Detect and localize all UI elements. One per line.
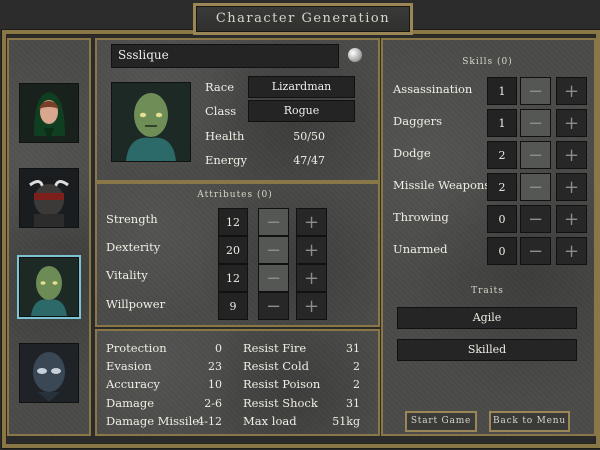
stat-value: 2-6 [204,397,222,410]
stat-value: 2 [353,360,360,373]
minus-button[interactable]: − [258,264,289,292]
stat-label: Protection [106,341,167,355]
portrait-image [112,83,190,161]
minus-button[interactable]: − [520,205,551,233]
health-value: 50/50 [293,130,325,143]
skill-value: 2 [487,173,517,201]
minus-button[interactable]: − [520,77,551,105]
stat-value: 23 [208,360,222,373]
attribute-label: Willpower [106,297,166,311]
stat-label: Damage [106,396,155,410]
skill-label: Throwing [393,210,449,224]
plus-button[interactable]: + [556,173,587,201]
portrait-image [20,258,78,316]
stat-label: Resist Fire [243,341,307,355]
stat-value: 51kg [332,415,360,428]
skill-label: Missile Weapons [393,178,491,192]
skill-label: Dodge [393,146,431,160]
minus-button[interactable]: − [520,173,551,201]
traits-header: Traits [471,286,504,296]
plus-button[interactable]: + [296,236,327,264]
portrait-minotaur[interactable] [19,168,79,228]
minus-button[interactable]: − [520,109,551,137]
attribute-value: 12 [218,208,248,236]
attribute-value: 20 [218,236,248,264]
start-game-button[interactable]: Start Game [405,411,477,432]
skill-label: Unarmed [393,242,448,256]
minus-button[interactable]: − [258,292,289,320]
stat-label: Evasion [106,359,152,373]
stat-value: 0 [215,342,222,355]
attribute-value: 12 [218,264,248,292]
class-value-box[interactable]: Rogue [248,100,355,122]
skill-value: 1 [487,77,517,105]
plus-button[interactable]: + [296,208,327,236]
trait-agile[interactable]: Agile [397,307,577,329]
plus-button[interactable]: + [556,205,587,233]
trait-skilled[interactable]: Skilled [397,339,577,361]
attribute-value: 9 [218,292,248,320]
skill-label: Daggers [393,114,443,128]
attributes-header: Attributes (0) [197,190,273,200]
stat-value: 2 [353,378,360,391]
stat-label: Damage Missile [106,414,200,428]
class-label: Class [205,104,237,118]
stat-value: 10 [208,378,222,391]
plus-button[interactable]: + [296,264,327,292]
minus-button[interactable]: − [258,236,289,264]
minus-button[interactable]: − [258,208,289,236]
stat-value: 31 [346,397,360,410]
energy-value: 47/47 [293,154,325,167]
name-field[interactable]: Ssslique [111,44,339,68]
stat-label: Resist Shock [243,396,318,410]
character-portrait-large [111,82,191,162]
plus-button[interactable]: + [556,141,587,169]
plus-button[interactable]: + [556,109,587,137]
attribute-label: Vitality [106,268,148,282]
race-label: Race [205,80,235,94]
plus-button[interactable]: + [556,237,587,265]
globe-icon[interactable] [348,48,362,62]
attribute-label: Strength [106,212,158,226]
skill-value: 0 [487,237,517,265]
health-label: Health [205,129,245,143]
plus-button[interactable]: + [556,77,587,105]
stat-label: Resist Cold [243,359,309,373]
energy-label: Energy [205,153,247,167]
window-title: Character Generation [193,3,413,35]
portrait-image [20,84,78,142]
portrait-image [20,169,78,227]
race-value-box[interactable]: Lizardman [248,76,355,98]
portrait-insectoid[interactable] [19,343,79,403]
stat-value: 4-12 [197,415,222,428]
stat-value: 31 [346,342,360,355]
stat-label: Resist Poison [243,377,321,391]
skill-value: 2 [487,141,517,169]
minus-button[interactable]: − [520,237,551,265]
skills-header: Skills (0) [462,57,513,67]
back-to-menu-button[interactable]: Back to Menu [489,411,570,432]
attribute-label: Dexterity [106,240,161,254]
character-name: Ssslique [118,48,169,62]
stat-label: Accuracy [106,377,160,391]
skill-label: Assassination [393,82,473,96]
minus-button[interactable]: − [520,141,551,169]
skill-value: 0 [487,205,517,233]
portrait-human-female[interactable] [19,83,79,143]
plus-button[interactable]: + [296,292,327,320]
portrait-image [20,344,78,402]
stat-label: Max load [243,414,297,428]
portrait-lizardman-selected[interactable] [17,255,81,319]
skill-value: 1 [487,109,517,137]
